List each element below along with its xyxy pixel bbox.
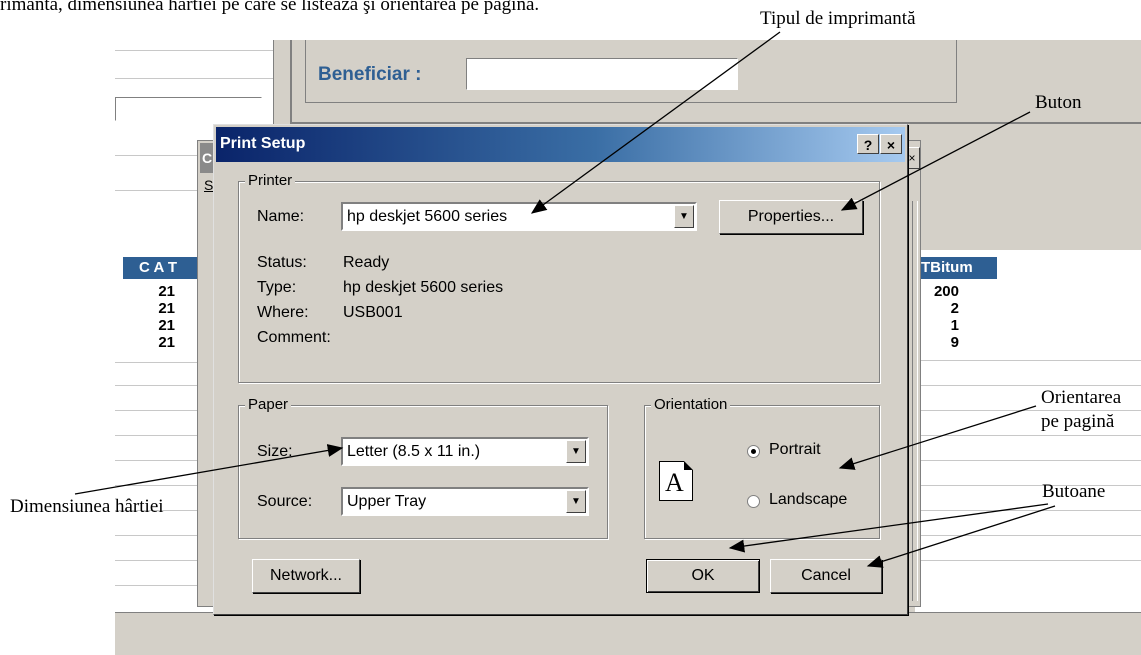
arrow-ok bbox=[728, 503, 1049, 553]
arrow-printer-type bbox=[530, 31, 781, 214]
arrow-paper-size bbox=[74, 444, 344, 495]
annotation-arrows bbox=[74, 31, 1056, 568]
arrow-cancel bbox=[866, 505, 1056, 568]
arrow-button bbox=[840, 111, 1031, 211]
arrow-orientation bbox=[838, 405, 1037, 470]
